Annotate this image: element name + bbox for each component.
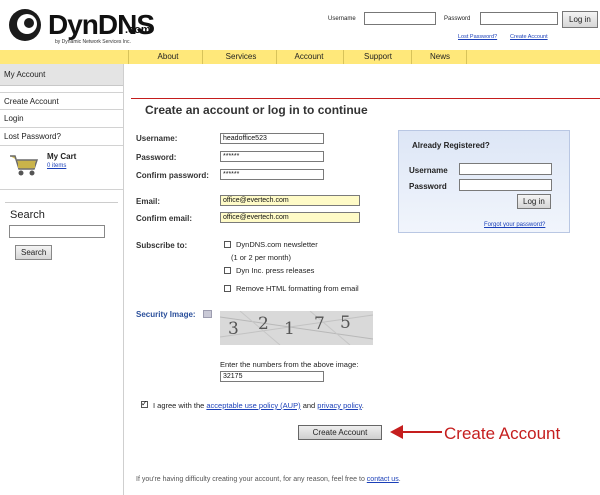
footer-period: . <box>398 476 401 483</box>
aup-link[interactable]: acceptable use policy (AUP) <box>206 401 300 410</box>
captcha-image: 3 2 1 7 5 <box>220 311 373 345</box>
sidebar-item-login[interactable]: Login <box>0 110 123 128</box>
login-username-label: Username <box>409 166 448 175</box>
cart-title: My Cart <box>47 152 77 161</box>
header-login-button[interactable]: Log in <box>562 11 598 28</box>
confirm-email-field[interactable]: office@evertech.com <box>220 212 360 223</box>
site-header: DynDNS .com by Dynamic Network Services … <box>0 0 600 48</box>
email-label: Email: <box>136 197 161 206</box>
logo-tagline: by Dynamic Network Services Inc. <box>55 39 131 45</box>
main-nav: About Services Account Support News <box>0 50 600 64</box>
sidebar-search: Search Search <box>5 202 118 260</box>
logo-suffix: .com <box>125 24 151 36</box>
login-panel-title: Already Registered? <box>412 141 490 150</box>
sidebar: My Account Create Account Login Lost Pas… <box>0 64 124 495</box>
captcha-char: 3 <box>228 319 239 339</box>
my-cart[interactable]: My Cart 0 items <box>0 146 123 190</box>
nav-item-news[interactable]: News <box>418 50 462 64</box>
password-field[interactable]: ****** <box>220 151 324 162</box>
email-field[interactable]: office@evertech.com <box>220 195 360 206</box>
captcha-char: 7 <box>314 314 325 334</box>
agree-prefix: I agree with the <box>153 401 205 410</box>
arrow-left-icon <box>390 425 442 439</box>
login-password-label: Password <box>409 182 447 191</box>
nav-divider <box>202 50 203 64</box>
nav-divider <box>466 50 467 64</box>
captcha-field[interactable]: 32175 <box>220 371 324 382</box>
login-panel: Already Registered? Username Password Lo… <box>398 130 570 233</box>
confirm-email-label: Confirm email: <box>136 214 193 223</box>
shopping-cart-icon <box>10 155 39 176</box>
nav-item-support[interactable]: Support <box>350 50 406 64</box>
captcha-char: 2 <box>258 314 269 334</box>
title-rule <box>131 98 600 99</box>
globe-logo-icon <box>9 9 41 41</box>
sidebar-item-create-account[interactable]: Create Account <box>0 92 123 110</box>
username-field[interactable]: headoffice523 <box>220 133 324 144</box>
captcha-instructions: Enter the numbers from the above image: <box>220 360 359 369</box>
create-account-button[interactable]: Create Account <box>298 425 382 440</box>
newsletter-option-label: DynDNS.com newsletter <box>236 240 318 249</box>
remove-html-checkbox[interactable] <box>224 285 231 292</box>
login-username-input[interactable] <box>459 163 552 175</box>
nav-item-services[interactable]: Services <box>212 50 270 64</box>
agree-statement: I agree with the acceptable use policy (… <box>153 401 364 410</box>
login-button[interactable]: Log in <box>517 194 551 209</box>
search-label: Search <box>10 209 45 221</box>
search-input[interactable] <box>9 225 105 238</box>
sidebar-item-lost-password[interactable]: Lost Password? <box>0 128 123 146</box>
security-image-label: Security Image: <box>136 310 196 319</box>
nav-divider <box>128 50 129 64</box>
page-title: Create an account or log in to continue <box>145 103 368 117</box>
press-releases-checkbox[interactable] <box>224 267 231 274</box>
dyndns-logo[interactable]: DynDNS .com by Dynamic Network Services … <box>8 6 155 46</box>
username-label: Username: <box>136 134 178 143</box>
nav-divider <box>276 50 277 64</box>
privacy-policy-link[interactable]: privacy policy <box>317 401 361 410</box>
header-username-input[interactable] <box>364 12 436 25</box>
header-username-label: Username <box>328 16 356 22</box>
search-button[interactable]: Search <box>15 245 53 260</box>
header-password-input[interactable] <box>480 12 558 25</box>
sidebar-heading-my-account[interactable]: My Account <box>0 64 123 86</box>
newsletter-checkbox[interactable] <box>224 241 231 248</box>
agree-and: and <box>302 401 316 410</box>
nav-spacer <box>0 50 128 64</box>
agree-checkbox[interactable] <box>141 399 148 408</box>
captcha-char: 1 <box>284 319 295 339</box>
nav-divider <box>411 50 412 64</box>
nav-item-about[interactable]: About <box>144 50 192 64</box>
nav-divider <box>343 50 344 64</box>
login-password-input[interactable] <box>459 179 552 191</box>
footer-help-message: If you're having difficulty creating you… <box>136 476 401 483</box>
password-label: Password: <box>136 153 177 162</box>
confirm-password-label: Confirm password: <box>136 171 209 180</box>
forgot-password-link[interactable]: Forgot your password? <box>484 222 545 228</box>
footer-help-text: If you're having difficulty creating you… <box>136 476 365 483</box>
newsletter-frequency-note: (1 or 2 per month) <box>231 253 292 262</box>
lost-password-link[interactable]: Lost Password? <box>458 34 497 40</box>
agree-period: . <box>361 401 364 410</box>
header-password-label: Password <box>444 16 471 22</box>
security-info-icon[interactable] <box>203 310 212 318</box>
nav-item-account[interactable]: Account <box>282 50 336 64</box>
cart-items-link[interactable]: 0 items <box>47 163 66 169</box>
captcha-char: 5 <box>340 313 351 333</box>
remove-html-option-label: Remove HTML formatting from email <box>236 284 359 293</box>
subscribe-label: Subscribe to: <box>136 241 188 250</box>
contact-us-link[interactable]: contact us <box>367 476 399 483</box>
press-releases-option-label: Dyn Inc. press releases <box>236 266 315 275</box>
confirm-password-field[interactable]: ****** <box>220 169 324 180</box>
create-account-annotation: Create Account <box>444 424 561 443</box>
header-create-account-link[interactable]: Create Account <box>510 34 548 40</box>
